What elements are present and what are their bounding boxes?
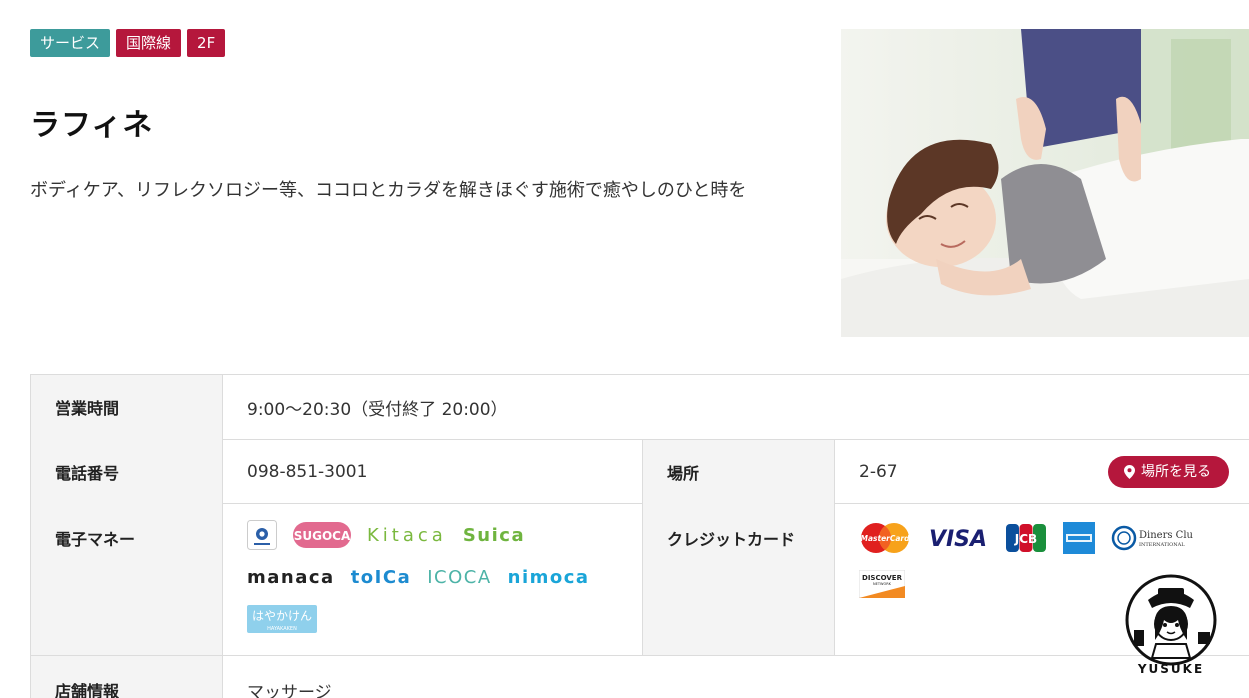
sugoca-text: SUGOCA	[294, 529, 351, 543]
tag-floor[interactable]: 2F	[187, 29, 226, 57]
emoney-cell: SUGOCA Kitaca Suica manaca toICa ICOCA n…	[223, 504, 642, 655]
map-button-label: 場所を見る	[1141, 464, 1211, 480]
emoney-logos: SUGOCA Kitaca Suica manaca toICa ICOCA n…	[247, 520, 627, 634]
tag-category[interactable]: サービス	[30, 29, 111, 57]
visa-logo: VISA	[927, 522, 989, 554]
icoca-logo: ICOCA	[427, 566, 492, 588]
nimoca-logo: nimoca	[507, 566, 590, 588]
row-shop-info: 店舗情報 マッサージ	[30, 656, 1249, 698]
amex-logo	[1063, 522, 1095, 554]
place-value: 2-67	[859, 462, 898, 482]
hours-value: 9:00〜20:30（受付終了 20:00）	[247, 399, 508, 420]
yusuke-avatar: YUSUKE	[1118, 570, 1224, 676]
emoney-label: 電子マネー	[30, 504, 223, 655]
credit-label: クレジットカード	[642, 504, 835, 655]
manaca-logo: manaca	[247, 566, 335, 588]
jcb-text: JCB	[1014, 532, 1037, 546]
row-hours: 営業時間 9:00〜20:30（受付終了 20:00）	[30, 374, 1249, 440]
map-pin-icon	[1124, 465, 1135, 479]
hayakaken-logo: はやかけん HAYAKAKEN	[247, 604, 317, 634]
row-payment: 電子マネー SUGOCA Kitaca Suica manaca toICa I…	[30, 504, 1249, 656]
shop-photo	[841, 29, 1249, 337]
hours-label: 営業時間	[30, 374, 223, 440]
discover-subtext: NETWORK	[873, 582, 892, 586]
place-cell: 2-67 場所を見る	[835, 440, 1249, 504]
diners-logo: Diners ClubINTERNATIONAL	[1111, 522, 1193, 554]
shop-description: ボディケア、リフレクソロジー等、ココロとカラダを解きほぐす施術で癒やしのひと時を	[30, 180, 747, 201]
diners-subtext: INTERNATIONAL	[1139, 542, 1185, 548]
jcb-logo: JCB	[1005, 522, 1047, 554]
visa-text: VISA	[929, 527, 987, 552]
row-phone: 電話番号 098-851-3001 場所 2-67 場所を見る	[30, 440, 1249, 504]
toica-logo: toICa	[350, 566, 412, 588]
hayakaken-subtext: HAYAKAKEN	[267, 626, 297, 632]
suica-logo: Suica	[462, 524, 526, 546]
shop-info-value: マッサージ	[247, 683, 332, 698]
sugoca-logo: SUGOCA	[293, 520, 351, 550]
discover-logo: DISCOVER NETWORK	[859, 568, 905, 600]
shop-info-table: 営業時間 9:00〜20:30（受付終了 20:00） 電話番号 098-851…	[30, 374, 1249, 698]
tag-list: サービス 国際線 2F	[30, 29, 226, 57]
place-label: 場所	[642, 440, 835, 504]
kitaca-logo: Kitaca	[367, 524, 447, 546]
phone-value[interactable]: 098-851-3001	[223, 440, 642, 504]
mastercard-logo: MasterCard	[859, 522, 911, 554]
avatar-name: YUSUKE	[1137, 662, 1204, 676]
shop-title: ラフィネ	[30, 108, 154, 143]
discover-text: DISCOVER	[862, 574, 903, 582]
hayakaken-text: はやかけん	[252, 609, 312, 623]
map-button[interactable]: 場所を見る	[1108, 456, 1229, 488]
tag-line[interactable]: 国際線	[116, 29, 182, 57]
mastercard-text: MasterCard	[861, 534, 911, 543]
shop-info-label: 店舗情報	[30, 656, 223, 698]
diners-text: Diners Club	[1139, 530, 1193, 541]
phone-label: 電話番号	[30, 440, 223, 504]
okica-icon	[247, 520, 277, 550]
